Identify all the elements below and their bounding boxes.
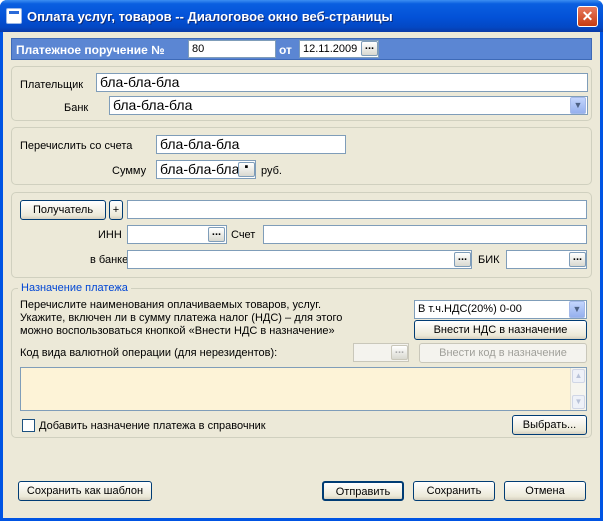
payer-input[interactable]: бла-бла-бла [96,73,588,92]
add-to-directory-label: Добавить назначение платежа в справочник [39,420,266,432]
currency-label: руб. [261,165,282,177]
bank-label: Банк [64,102,89,114]
currency-op-picker-button[interactable]: ... [391,345,408,360]
chevron-down-icon[interactable]: ▼ [569,301,585,318]
add-code-button[interactable]: Внести код в назначение [419,343,587,363]
recipient-bank-input[interactable] [127,250,472,269]
purpose-textarea[interactable]: ▲ ▼ [20,367,587,411]
bik-label: БИК [478,254,500,266]
payment-order-bar: Платежное поручение № 80 от 12.11.2009 .… [11,38,592,60]
date-label: от [279,43,292,57]
recipient-button[interactable]: Получатель [20,200,106,220]
save-template-button[interactable]: Сохранить как шаблон [18,481,152,501]
account-from-input[interactable]: бла-бла-бла [156,135,346,154]
bank-select[interactable]: бла-бла-бла [109,96,588,115]
purpose-legend: Назначение платежа [18,282,131,294]
recipient-group: Получатель + ИНН ... Счет в банке ... БИ… [11,192,592,278]
account-to-label: Счет [231,229,256,241]
account-to-input[interactable] [263,225,587,244]
textarea-scrollbar[interactable]: ▲ ▼ [570,368,586,410]
currency-op-label: Код вида валютной операции (для нерезиде… [20,347,278,359]
in-bank-label: в банке [90,254,129,266]
add-vat-button[interactable]: Внести НДС в назначение [414,320,587,340]
sum-label: Сумму [112,165,147,177]
cancel-button[interactable]: Отмена [504,481,586,501]
window-title: Оплата услуг, товаров -- Диалоговое окно… [27,9,393,24]
purpose-group: Назначение платежа Перечислите наименова… [11,282,592,438]
transfer-group: Перечислить со счета бла-бла-бла Сумму б… [11,127,592,185]
payment-order-label: Платежное поручение № [16,43,165,57]
close-button[interactable]: ✕ [577,6,598,27]
payer-group: Плательщик бла-бла-бла Банк бла-бла-бла … [11,66,592,121]
bank-picker-button[interactable]: ... [454,252,471,267]
window-icon [6,8,22,24]
purpose-hint-line-1: Перечислите наименования оплачиваемых то… [20,299,322,311]
order-number-input[interactable]: 80 [188,40,276,58]
add-to-directory-checkbox[interactable] [22,419,35,432]
title-bar[interactable]: Оплата услуг, товаров -- Диалоговое окно… [0,0,603,32]
bik-picker-button[interactable]: ... [569,252,586,267]
recipient-input[interactable] [127,200,587,219]
scroll-down-icon[interactable]: ▼ [572,395,585,409]
calculator-button[interactable]: ▪ [238,162,255,177]
dialog-window: Оплата услуг, товаров -- Диалоговое окно… [0,0,603,521]
send-button[interactable]: Отправить [322,481,404,501]
chevron-down-icon[interactable]: ▼ [570,97,586,114]
purpose-hint-line-3: можно воспользоваться кнопкой «Внести НД… [20,325,335,337]
inn-picker-button[interactable]: ... [208,227,225,242]
add-recipient-button[interactable]: + [109,200,123,220]
vat-select[interactable]: В т.ч.НДС(20%) 0-00 [414,300,587,319]
purpose-hint-line-2: Укажите, включен ли в сумму платежа нало… [20,312,343,324]
scroll-up-icon[interactable]: ▲ [572,369,585,383]
save-button[interactable]: Сохранить [413,481,495,501]
date-picker-button[interactable]: ... [361,41,378,56]
inn-label: ИНН [98,229,122,241]
account-from-label: Перечислить со счета [20,140,133,152]
choose-button[interactable]: Выбрать... [512,415,587,435]
payer-label: Плательщик [20,79,84,91]
